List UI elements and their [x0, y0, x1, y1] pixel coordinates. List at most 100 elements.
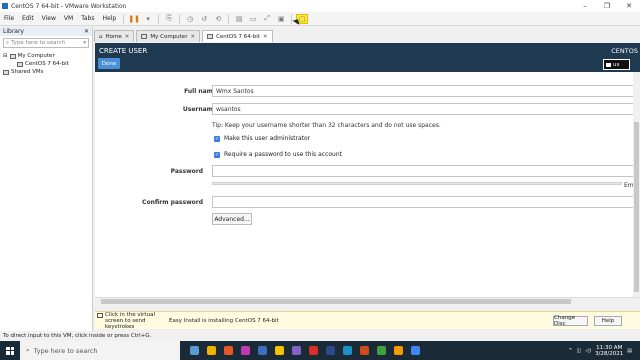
computer-icon — [141, 34, 148, 39]
vmware-app-icon — [2, 3, 8, 9]
username-field[interactable]: wsantos — [212, 103, 640, 115]
close-tab-icon[interactable]: ✕ — [125, 34, 130, 40]
vm-icon — [207, 34, 214, 39]
tree-item-my-computer[interactable]: ⊟ My Computer — [3, 52, 89, 60]
tab-label: Home — [105, 33, 122, 40]
tray-chevron-icon[interactable]: ^ — [568, 348, 572, 354]
confirm-password-label: Confirm password — [142, 199, 203, 206]
username-label: Username — [182, 106, 217, 113]
toolbar-separator — [158, 13, 160, 24]
pause-icon[interactable]: ❚❚ — [128, 14, 140, 24]
start-button[interactable] — [0, 341, 20, 360]
taskbar-app-icon[interactable] — [343, 346, 352, 355]
taskbar-app-icon[interactable] — [258, 346, 267, 355]
tree-item-label: Shared VMs — [11, 69, 44, 75]
vertical-scrollbar[interactable] — [633, 72, 640, 300]
password-field[interactable] — [212, 165, 640, 177]
confirm-password-field[interactable] — [212, 196, 640, 208]
installer-header: CREATE USER CENTOS Done us — [95, 43, 640, 72]
menu-help[interactable]: Help — [99, 15, 121, 22]
taskbar-app-icon[interactable] — [292, 346, 301, 355]
advanced-button[interactable]: Advanced... — [212, 213, 252, 225]
minimize-button[interactable]: – — [574, 0, 596, 12]
taskbar-app-icon[interactable] — [394, 346, 403, 355]
taskbar-app-icon[interactable] — [377, 346, 386, 355]
tab-label: My Computer — [150, 33, 188, 40]
vm-icon — [17, 61, 23, 67]
search-icon: ⌕ — [6, 39, 10, 46]
thumbnail-bar-icon[interactable]: ▭ — [247, 14, 259, 24]
menubar: File Edit View VM Tabs Help ❚❚ ▾ ⎘ ◷ ↺ ⟲… — [0, 12, 640, 26]
horizontal-scrollbar[interactable] — [95, 297, 640, 304]
toolbar-separator — [179, 13, 181, 24]
taskbar-apps — [190, 346, 420, 355]
close-tab-icon[interactable]: ✕ — [190, 34, 195, 40]
menu-vm[interactable]: VM — [60, 15, 77, 22]
full-name-field[interactable]: Wmx Santos — [212, 85, 640, 97]
toolbar-separator — [291, 13, 293, 24]
tab-my-computer[interactable]: My Computer ✕ — [136, 30, 201, 42]
network-icon[interactable]: ◫ — [577, 348, 582, 354]
tab-centos-vm[interactable]: CentOS 7 64-bit ✕ — [202, 30, 273, 42]
toolbar-separator — [228, 13, 230, 24]
menu-view[interactable]: View — [38, 15, 60, 22]
taskbar-search-input[interactable]: ⌕ Type here to search — [20, 341, 180, 360]
close-icon[interactable]: ✕ — [84, 28, 89, 35]
vm-input-status-text: To direct input to this VM, click inside… — [3, 333, 152, 339]
vm-input-status: To direct input to this VM, click inside… — [0, 331, 640, 341]
admin-checkbox-label: Make this user administrator — [224, 135, 311, 142]
tab-strip: ⌂ Home ✕ My Computer ✕ CentOS 7 64-bit ✕ — [94, 30, 640, 42]
tab-home[interactable]: ⌂ Home ✕ — [94, 30, 135, 42]
keyboard-layout-indicator[interactable]: us — [603, 59, 630, 70]
revert-snapshot-icon[interactable]: ↺ — [198, 14, 210, 24]
require-password-label: Require a password to use this account — [224, 151, 342, 158]
collapse-icon[interactable]: ⊟ — [3, 53, 8, 59]
done-button[interactable]: Done — [98, 58, 120, 69]
taskbar-app-icon[interactable] — [326, 346, 335, 355]
tree-item-shared-vms[interactable]: Shared VMs — [3, 68, 89, 76]
taskbar-app-icon[interactable] — [241, 346, 250, 355]
chevron-down-icon[interactable]: ▾ — [83, 40, 86, 46]
fullscreen-icon[interactable]: ⤢ — [261, 14, 273, 24]
admin-checkbox[interactable]: ✓ Make this user administrator — [214, 135, 310, 142]
taskbar-app-icon[interactable] — [207, 346, 216, 355]
home-icon: ⌂ — [99, 33, 103, 40]
vm-console[interactable]: CREATE USER CENTOS Done us Full name Wmx… — [95, 43, 640, 300]
close-tab-icon[interactable]: ✕ — [263, 34, 268, 40]
snapshot-icon[interactable]: ◷ — [184, 14, 196, 24]
library-view-icon[interactable]: ▤ — [233, 14, 245, 24]
dropdown-arrow-icon[interactable]: ▾ — [142, 14, 154, 24]
taskbar-app-icon[interactable] — [190, 346, 199, 355]
require-password-checkbox[interactable]: ✓ Require a password to use this account — [214, 151, 342, 158]
help-button[interactable]: Help — [594, 316, 622, 326]
menu-file[interactable]: File — [0, 15, 18, 22]
username-value: wsantos — [216, 105, 241, 113]
tab-label: CentOS 7 64-bit — [216, 33, 260, 40]
change-disc-button[interactable]: Change Disc — [553, 315, 588, 327]
menu-tabs[interactable]: Tabs — [77, 15, 98, 22]
notification-icon[interactable]: ▤ — [627, 348, 632, 354]
full-name-value: Wmx Santos — [216, 87, 254, 95]
menu-edit[interactable]: Edit — [18, 15, 38, 22]
send-keys-icon[interactable]: ⎘ — [163, 14, 175, 24]
close-button[interactable]: ✕ — [618, 0, 640, 12]
taskbar-app-icon[interactable] — [224, 346, 233, 355]
scrollbar-thumb[interactable] — [634, 122, 639, 292]
snapshot-manager-icon[interactable]: ⟲ — [212, 14, 224, 24]
clock[interactable]: 11:30 AM 3/28/2021 — [595, 345, 623, 357]
tree-item-centos-vm[interactable]: CentOS 7 64-bit — [3, 60, 89, 68]
scrollbar-thumb[interactable] — [101, 299, 571, 304]
maximize-button[interactable]: ❐ — [596, 0, 618, 12]
keyboard-layout-label: us — [613, 61, 620, 68]
unity-icon[interactable]: ▣ — [275, 14, 287, 24]
taskbar-app-icon[interactable] — [360, 346, 369, 355]
full-name-label: Full name — [184, 88, 217, 95]
system-tray: ^ ◫ ◁) 11:30 AM 3/28/2021 ▤ — [568, 341, 632, 360]
taskbar-app-icon[interactable] — [411, 346, 420, 355]
library-search-input[interactable]: ⌕ Type here to search ▾ — [3, 38, 89, 48]
taskbar-app-icon[interactable] — [275, 346, 284, 355]
library-panel: Library ✕ ⌕ Type here to search ▾ ⊟ My C… — [0, 27, 93, 331]
window-titlebar: CentOS 7 64-bit - VMware Workstation – ❐… — [0, 0, 640, 12]
taskbar-app-icon[interactable] — [309, 346, 318, 355]
volume-icon[interactable]: ◁) — [585, 348, 591, 354]
